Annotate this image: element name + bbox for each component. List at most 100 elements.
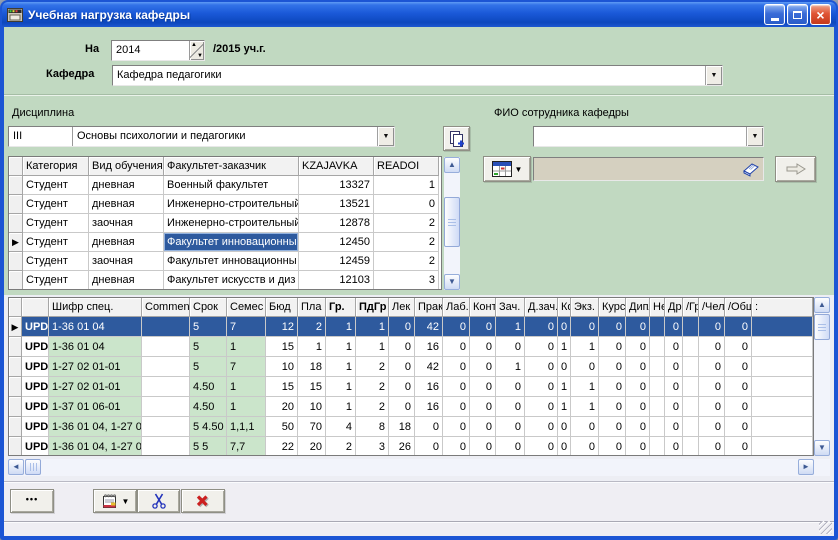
report-menu-button[interactable]: ▼	[93, 489, 137, 513]
grid-cell[interactable]: 0	[389, 337, 415, 357]
grid-cell[interactable]	[683, 437, 699, 456]
grid-cell[interactable]: 1-36 01 04, 1-27 02	[49, 417, 142, 437]
grid-cell[interactable]: 1-27 02 01-01	[49, 377, 142, 397]
grid-cell[interactable]: 2	[356, 357, 389, 377]
grid-cell[interactable]: 0	[699, 337, 725, 357]
grid-cell[interactable]: 1	[496, 317, 525, 337]
grid-cell[interactable]: 15	[266, 377, 298, 397]
grid-cell[interactable]: 0	[725, 337, 752, 357]
grid-cell[interactable]: 0	[374, 195, 439, 214]
grid-cell[interactable]: 0	[699, 357, 725, 377]
grid-cell[interactable]: 12459	[299, 252, 374, 271]
grid-cell[interactable]: 1	[326, 357, 356, 377]
scroll-down-icon[interactable]: ▼	[814, 440, 830, 456]
grid-cell[interactable]: 1,1,1	[227, 417, 266, 437]
grid-cell[interactable]: 0	[470, 397, 496, 417]
grid-cell[interactable]: 16	[415, 377, 443, 397]
grid-cell[interactable]: 0	[699, 317, 725, 337]
grid-cell[interactable]: 0	[558, 357, 571, 377]
grid-cell[interactable]: 0	[699, 377, 725, 397]
grid-cell[interactable]: 5 4.50	[190, 417, 227, 437]
grid-cell[interactable]	[752, 437, 813, 456]
grid-cell[interactable]: 12450	[299, 233, 374, 252]
grid-cell[interactable]: UPD	[22, 417, 49, 437]
grid-cell[interactable]: 0	[470, 417, 496, 437]
grid-cell[interactable]: 1	[227, 397, 266, 417]
grid-cell[interactable]: 0	[626, 377, 650, 397]
grid-cell[interactable]: 0	[626, 317, 650, 337]
grid-cell[interactable]: 1	[496, 357, 525, 377]
grid-cell[interactable]: 0	[443, 377, 470, 397]
maximize-button[interactable]	[787, 4, 808, 25]
grid-cell[interactable]: Факультет инновационны	[164, 252, 299, 271]
grid-cell[interactable]: 5 5	[190, 437, 227, 456]
grid-cell[interactable]	[752, 337, 813, 357]
grid-cell[interactable]: 42	[415, 357, 443, 377]
grid-cell[interactable]	[683, 417, 699, 437]
grid-cell[interactable]: 0	[626, 437, 650, 456]
grid-cell[interactable]: 1	[558, 337, 571, 357]
grid-cell[interactable]: 0	[470, 437, 496, 456]
grid-cell[interactable]: 1	[227, 377, 266, 397]
grid-cell[interactable]: дневная	[89, 176, 164, 195]
grid-cell[interactable]: 0	[389, 317, 415, 337]
grid-cell[interactable]: 0	[443, 417, 470, 437]
grid-cell[interactable]: 2	[326, 437, 356, 456]
grid-cell[interactable]: дневная	[89, 195, 164, 214]
grid-cell[interactable]: 1	[227, 337, 266, 357]
chevron-down-icon[interactable]: ▼	[377, 127, 394, 146]
grid-cell[interactable]	[752, 377, 813, 397]
grid-cell[interactable]: 0	[626, 337, 650, 357]
grid-cell[interactable]: 13327	[299, 176, 374, 195]
grid-cell[interactable]: 5	[190, 337, 227, 357]
grid-cell[interactable]: 0	[599, 317, 626, 337]
more-button[interactable]: •••	[10, 489, 54, 513]
scroll-right-icon[interactable]: ►	[798, 459, 814, 475]
grid-cell[interactable]: UPD	[22, 437, 49, 456]
grid-cell[interactable]: 2	[374, 233, 439, 252]
grid-cell[interactable]: 0	[525, 397, 558, 417]
grid-cell[interactable]: 10	[266, 357, 298, 377]
grid-cell[interactable]: дневная	[89, 233, 164, 252]
grid-cell[interactable]: 0	[725, 397, 752, 417]
grid-cell[interactable]: 0	[665, 317, 683, 337]
grid-cell[interactable]: 0	[525, 317, 558, 337]
grid-cell[interactable]: 13521	[299, 195, 374, 214]
assign-staff-button[interactable]	[775, 156, 816, 182]
grid-cell[interactable]	[650, 397, 665, 417]
grid-cell[interactable]	[752, 317, 813, 337]
close-button[interactable]: ×	[810, 4, 831, 25]
grid-row[interactable]: UPD1-36 01 04511511101600001100000	[9, 337, 813, 357]
grid-cell[interactable]: 12	[266, 317, 298, 337]
grid-cell[interactable]: 0	[525, 417, 558, 437]
grid-cell[interactable]: 7	[227, 357, 266, 377]
grid-cell[interactable]: дневная	[89, 271, 164, 290]
grid-cell[interactable]: 15	[298, 377, 326, 397]
grid-row[interactable]: СтудентдневнаяИнженерно-строительный1352…	[9, 195, 441, 214]
grid-cell[interactable]: Инженерно-строительный	[164, 195, 299, 214]
grid-cell[interactable]: 3	[356, 437, 389, 456]
grid-cell[interactable]: 0	[725, 377, 752, 397]
grid-cell[interactable]: Факультет инновационны	[164, 233, 299, 252]
grid-cell[interactable]: 18	[298, 357, 326, 377]
grid-cell[interactable]: 1	[571, 397, 599, 417]
grid-cell[interactable]: 0	[525, 357, 558, 377]
grid-cell[interactable]: 0	[470, 337, 496, 357]
grid-cell[interactable]: UPD	[22, 397, 49, 417]
grid-cell[interactable]: 0	[725, 357, 752, 377]
chevron-down-icon[interactable]: ▼	[746, 127, 763, 146]
grid-cell[interactable]: 2	[356, 377, 389, 397]
grid-cell[interactable]: 1	[356, 317, 389, 337]
grid-cell[interactable]: заочная	[89, 214, 164, 233]
grid-cell[interactable]	[683, 357, 699, 377]
grid-cell[interactable]: 0	[599, 397, 626, 417]
grid-cell[interactable]: 1	[558, 397, 571, 417]
grid-cell[interactable]: 0	[415, 437, 443, 456]
grid-cell[interactable]: 0	[470, 357, 496, 377]
grid-cell[interactable]: 8	[356, 417, 389, 437]
grid-cell[interactable]: 7,7	[227, 437, 266, 456]
grid-cell[interactable]: 1	[326, 317, 356, 337]
grid-cell[interactable]: 0	[571, 357, 599, 377]
grid-cell[interactable]: UPD	[22, 337, 49, 357]
discipline-value[interactable]: Основы психологии и педагогики	[73, 127, 377, 146]
